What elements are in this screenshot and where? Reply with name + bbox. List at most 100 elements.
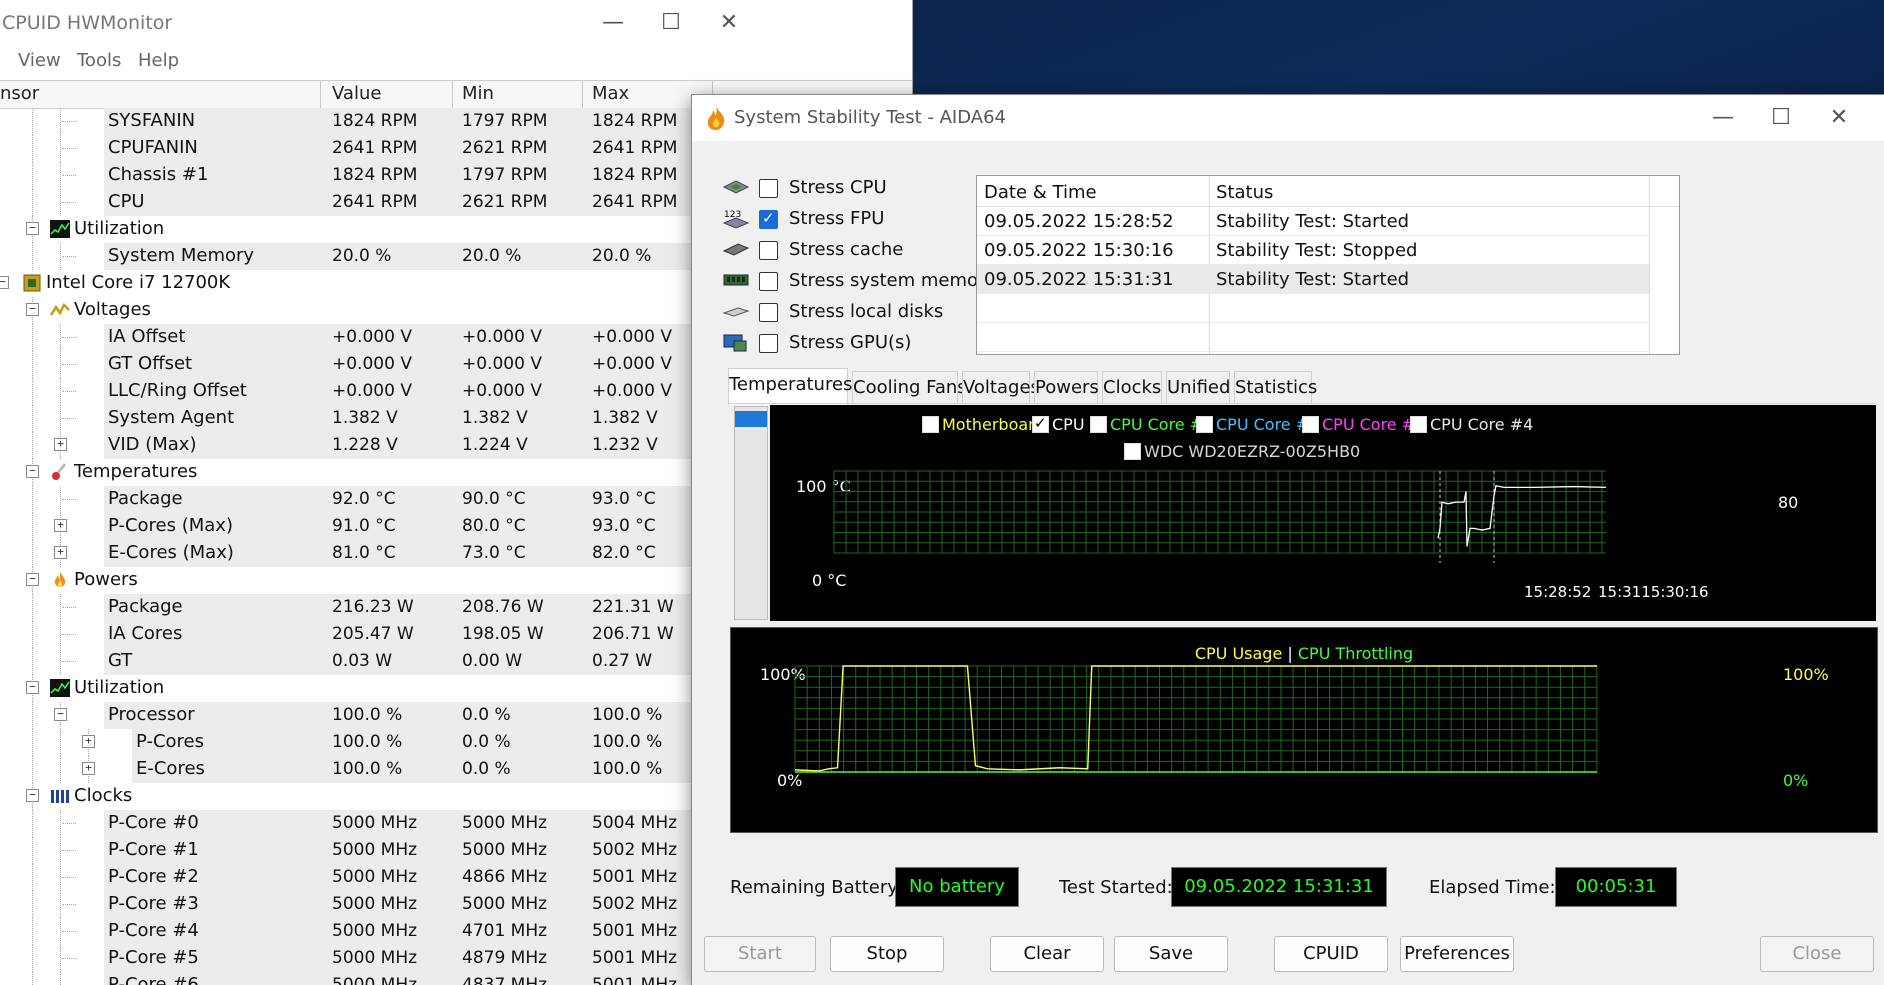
scroll-thumb[interactable] xyxy=(735,411,767,427)
sensor-value: 216.23 W xyxy=(332,597,414,617)
tab-unified[interactable]: Unified xyxy=(1166,371,1230,404)
sensor-max: 5001 MHz xyxy=(592,921,678,941)
window-title: CPUID HWMonitor xyxy=(2,12,173,34)
log-datetime: 09.05.2022 15:28:52 xyxy=(984,211,1174,232)
event-log-table: Date & Time Status 09.05.2022 15:28:52 St… xyxy=(976,175,1680,355)
save-button[interactable]: Save xyxy=(1114,936,1228,972)
expand-collapse-icon[interactable]: − xyxy=(0,276,9,289)
hwmonitor-titlebar[interactable]: CPUID HWMonitor — ☐ ✕ xyxy=(0,0,912,46)
sensor-label: IA Offset xyxy=(108,326,186,347)
gpu-icon xyxy=(722,333,750,352)
sensor-max: 221.31 W xyxy=(592,597,674,617)
graph-scrollbar[interactable] xyxy=(734,406,768,620)
sensor-label: P-Core #5 xyxy=(108,947,199,968)
preferences-button[interactable]: Preferences xyxy=(1400,936,1514,972)
tab-voltages[interactable]: Voltages xyxy=(962,371,1040,404)
expand-collapse-icon[interactable]: − xyxy=(26,681,39,694)
clock-bars-icon xyxy=(50,787,70,805)
stress-checkbox[interactable] xyxy=(759,241,778,260)
menu-view[interactable]: View xyxy=(18,50,61,71)
sensor-value: 100.0 % xyxy=(332,759,403,779)
start-button[interactable]: Start xyxy=(704,936,816,972)
minimize-icon[interactable]: — xyxy=(1706,103,1740,133)
sensor-min: 0.0 % xyxy=(462,732,511,752)
log-row[interactable]: 09.05.2022 15:31:31 Stability Test: Start… xyxy=(977,265,1649,294)
expand-collapse-icon[interactable]: + xyxy=(54,438,67,451)
expand-collapse-icon[interactable]: + xyxy=(82,735,95,748)
sensor-max: 20.0 % xyxy=(592,246,652,266)
maximize-icon[interactable]: ☐ xyxy=(1764,103,1798,133)
sensor-value: 1.382 V xyxy=(332,408,398,428)
expand-collapse-icon[interactable]: − xyxy=(54,708,67,721)
tab-cooling-fans[interactable]: Cooling Fans xyxy=(852,371,967,404)
sensor-label: P-Core #3 xyxy=(108,893,199,914)
cpuid-button[interactable]: CPUID xyxy=(1274,936,1388,972)
stress-option-label[interactable]: Stress CPU xyxy=(789,177,887,198)
disk-icon xyxy=(722,302,750,320)
menu-tools[interactable]: Tools xyxy=(77,50,121,71)
sensor-value: +0.000 V xyxy=(332,327,412,347)
sensor-max: 2641 RPM xyxy=(592,192,678,212)
log-row[interactable]: 09.05.2022 15:28:52 Stability Test: Start… xyxy=(977,207,1649,236)
sensor-value: 91.0 °C xyxy=(332,516,396,536)
tab-statistics[interactable]: Statistics xyxy=(1234,371,1317,404)
close-icon[interactable]: ✕ xyxy=(712,8,746,38)
menu-help[interactable]: Help xyxy=(138,50,179,71)
stress-checkbox[interactable] xyxy=(759,272,778,291)
series-line-cpu xyxy=(1437,484,1607,547)
log-header-status[interactable]: Status xyxy=(1216,182,1273,203)
sensor-max: 2641 RPM xyxy=(592,138,678,158)
battery-label: Remaining Battery: xyxy=(730,877,903,898)
log-row[interactable]: 09.05.2022 15:30:16 Stability Test: Stopp… xyxy=(977,236,1649,265)
column-value[interactable]: Value xyxy=(332,83,381,104)
expand-collapse-icon[interactable]: − xyxy=(26,303,39,316)
sensor-label: Voltages xyxy=(74,299,151,320)
expand-collapse-icon[interactable]: + xyxy=(82,762,95,775)
sensor-min: 90.0 °C xyxy=(462,489,526,509)
stress-option-label[interactable]: Stress system memory xyxy=(789,270,996,291)
minimize-icon[interactable]: — xyxy=(596,8,630,38)
stress-option-label[interactable]: Stress GPU(s) xyxy=(789,332,911,353)
sensor-label: Utilization xyxy=(74,677,165,698)
sensor-value: 100.0 % xyxy=(332,732,403,752)
expand-collapse-icon[interactable]: − xyxy=(26,465,39,478)
stress-checkbox[interactable] xyxy=(759,303,778,322)
stress-option-label[interactable]: Stress FPU xyxy=(789,208,884,229)
sensor-max: 1.232 V xyxy=(592,435,658,455)
stress-checkbox[interactable] xyxy=(759,334,778,353)
log-header-datetime[interactable]: Date & Time xyxy=(984,182,1097,203)
expand-collapse-icon[interactable]: − xyxy=(26,222,39,235)
sensor-label: GT Offset xyxy=(108,353,193,374)
stress-option-label[interactable]: Stress local disks xyxy=(789,301,943,322)
sensor-max: 100.0 % xyxy=(592,732,663,752)
sensor-label: CPU xyxy=(108,191,145,212)
tab-clocks[interactable]: Clocks xyxy=(1102,371,1162,404)
sensor-max: 93.0 °C xyxy=(592,489,656,509)
aida64-titlebar[interactable]: System Stability Test - AIDA64 — ☐ ✕ xyxy=(692,95,1884,141)
sensor-value: +0.000 V xyxy=(332,381,412,401)
tab-powers[interactable]: Powers xyxy=(1034,371,1099,404)
stress-checkbox[interactable] xyxy=(759,179,778,198)
column-sensor[interactable]: nsor xyxy=(0,83,39,104)
stop-button[interactable]: Stop xyxy=(830,936,944,972)
sensor-max: 100.0 % xyxy=(592,759,663,779)
log-status: Stability Test: Stopped xyxy=(1216,240,1418,261)
tab-temperatures[interactable]: Temperatures xyxy=(728,368,852,405)
sensor-min: 4701 MHz xyxy=(462,921,548,941)
sensor-value: 1.228 V xyxy=(332,435,398,455)
sensor-label: GT xyxy=(108,650,133,671)
expand-collapse-icon[interactable]: − xyxy=(26,789,39,802)
maximize-icon[interactable]: ☐ xyxy=(654,8,688,38)
column-max[interactable]: Max xyxy=(592,83,629,104)
sensor-max: 5002 MHz xyxy=(592,894,678,914)
expand-collapse-icon[interactable]: + xyxy=(54,546,67,559)
close-icon[interactable]: ✕ xyxy=(1822,103,1856,133)
stress-option-label[interactable]: Stress cache xyxy=(789,239,903,260)
stress-checkbox[interactable] xyxy=(759,209,778,229)
close-button[interactable]: Close xyxy=(1760,936,1874,972)
expand-collapse-icon[interactable]: + xyxy=(54,519,67,532)
expand-collapse-icon[interactable]: − xyxy=(26,573,39,586)
clear-button[interactable]: Clear xyxy=(990,936,1104,972)
sensor-max: 1824 RPM xyxy=(592,165,678,185)
column-min[interactable]: Min xyxy=(462,83,494,104)
